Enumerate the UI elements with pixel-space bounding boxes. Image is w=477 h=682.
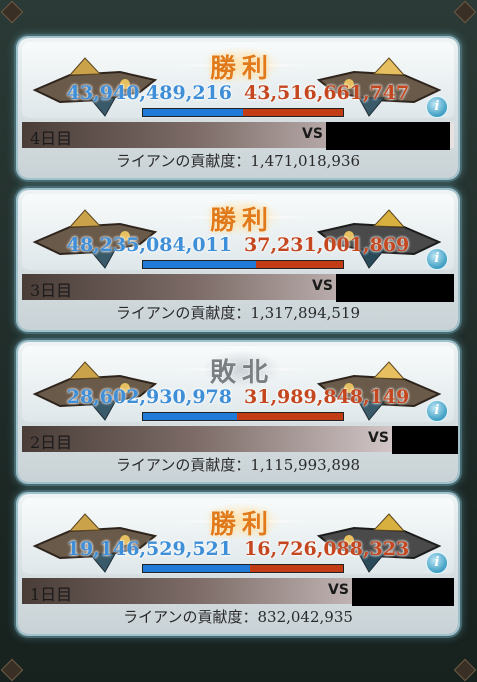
info-icon[interactable]: i: [426, 96, 448, 118]
redacted-opponent-name: [352, 578, 454, 606]
ally-score: 19,146,529,521: [66, 538, 232, 560]
vs-label: VS: [312, 278, 333, 294]
score-ratio-bar: [142, 108, 344, 117]
redacted-opponent-name: [392, 426, 458, 454]
enemy-ratio-fill: [249, 565, 343, 572]
ally-ratio-fill: [143, 565, 250, 572]
day-label: 2日目: [30, 433, 73, 452]
contribution-text: ライアンの貢献度：1,115,993,898: [115, 456, 361, 474]
day-row: 3日目 VS: [22, 274, 454, 302]
enemy-score: 16,726,088,323: [244, 538, 410, 560]
battle-result-label: 勝利: [209, 54, 274, 84]
day-row: 1日目 VS: [22, 578, 454, 606]
vs-label: VS: [302, 126, 323, 142]
enemy-score: 43,516,661,747: [244, 82, 410, 104]
battle-banner: 勝利 19,146,529,521 16,726,088,323 i: [22, 498, 454, 574]
enemy-score: 31,989,848,149: [244, 386, 410, 408]
battle-card-day2: 敗北 28,602,930,978 31,989,848,149 i 2日目 V…: [18, 342, 458, 482]
frame-corner-ornament: [0, 0, 24, 24]
ally-ratio-fill: [143, 109, 244, 116]
battle-card-day4: 勝利 43,940,489,216 43,516,661,747 i 4日目 V…: [18, 38, 458, 178]
day-row: 4日目 VS: [22, 122, 454, 150]
ally-score: 48,235,084,011: [66, 234, 232, 256]
enemy-ratio-fill: [255, 261, 343, 268]
ally-ratio-fill: [143, 413, 238, 420]
enemy-ratio-fill: [243, 109, 343, 116]
ally-ratio-fill: [143, 261, 256, 268]
contribution-text: ライアンの貢献度：1,471,018,936: [115, 152, 361, 170]
frame-corner-ornament: [453, 658, 477, 682]
contribution-text: ライアンの貢献度：1,317,894,519: [115, 304, 361, 322]
battle-result-label: 勝利: [209, 510, 274, 540]
score-ratio-bar: [142, 564, 344, 573]
battle-card-day1: 勝利 19,146,529,521 16,726,088,323 i 1日目 V…: [18, 494, 458, 634]
enemy-score: 37,231,001,869: [244, 234, 410, 256]
redacted-opponent-name: [326, 122, 450, 150]
frame-corner-ornament: [0, 658, 24, 682]
day-label: 1日目: [30, 585, 73, 604]
day-label: 3日目: [30, 281, 73, 300]
frame-corner-ornament: [453, 0, 477, 24]
info-icon[interactable]: i: [426, 248, 448, 270]
day-label: 4日目: [30, 129, 73, 148]
battle-card-day3: 勝利 48,235,084,011 37,231,001,869 i 3日目 V…: [18, 190, 458, 330]
day-row: 2日目 VS: [22, 426, 458, 454]
enemy-ratio-fill: [237, 413, 343, 420]
ally-score: 28,602,930,978: [66, 386, 232, 408]
score-ratio-bar: [142, 260, 344, 269]
redacted-opponent-name: [336, 274, 454, 302]
score-ratio-bar: [142, 412, 344, 421]
battle-result-label: 勝利: [209, 206, 274, 236]
battle-banner: 勝利 43,940,489,216 43,516,661,747 i: [22, 42, 454, 118]
battle-banner: 勝利 48,235,084,011 37,231,001,869 i: [22, 194, 454, 270]
info-icon[interactable]: i: [426, 400, 448, 422]
vs-label: VS: [328, 582, 349, 598]
ally-score: 43,940,489,216: [66, 82, 232, 104]
info-icon[interactable]: i: [426, 552, 448, 574]
contribution-text: ライアンの貢献度：832,042,935: [123, 608, 353, 626]
battle-banner: 敗北 28,602,930,978 31,989,848,149 i: [22, 346, 454, 422]
vs-label: VS: [368, 430, 389, 446]
battle-result-label: 敗北: [209, 358, 274, 388]
